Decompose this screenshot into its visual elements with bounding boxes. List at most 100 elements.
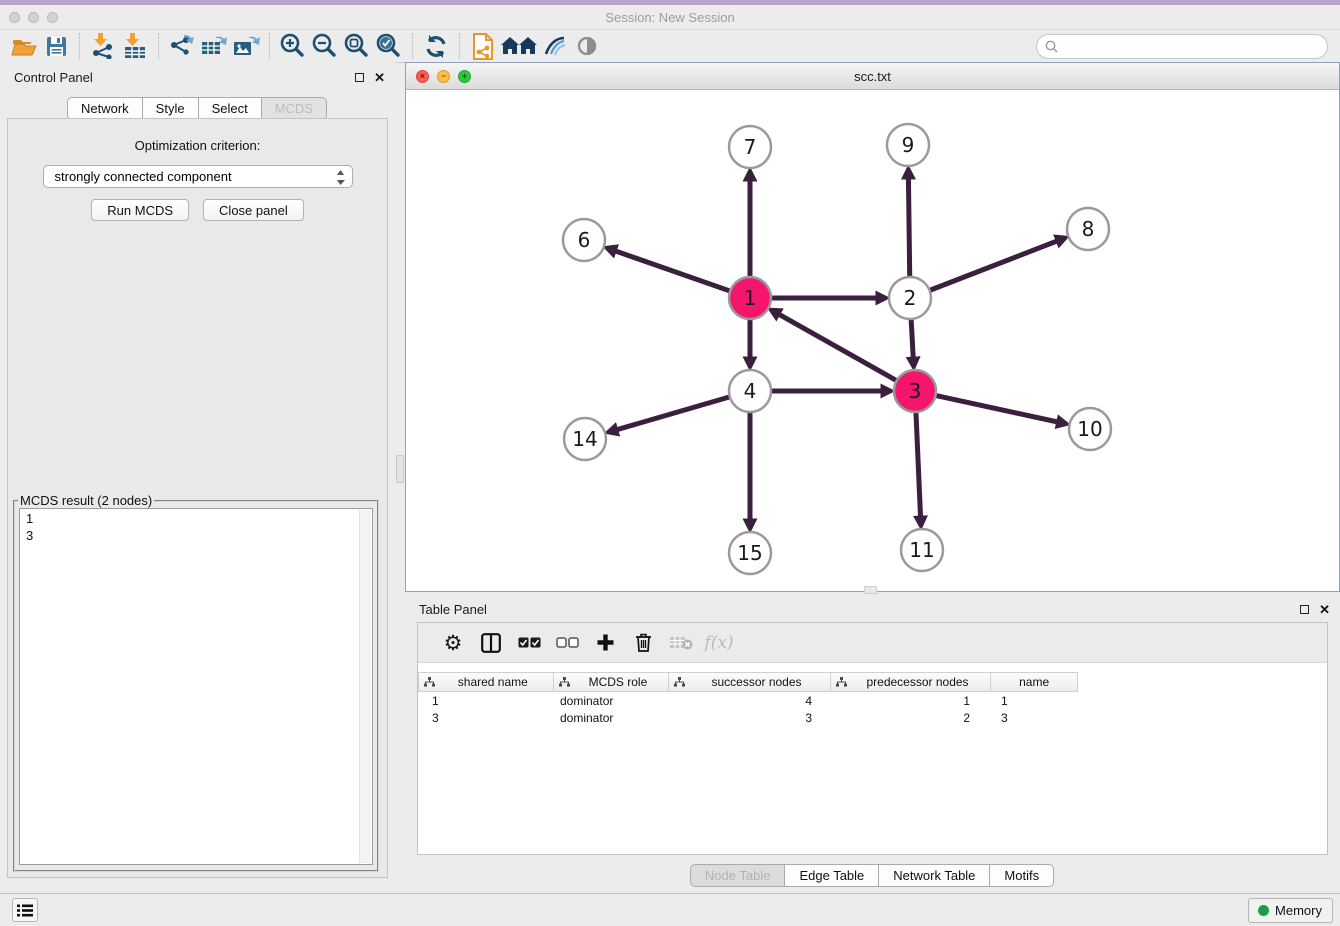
tab-network-table[interactable]: Network Table	[878, 864, 990, 887]
import-table-button[interactable]	[119, 31, 151, 61]
column-header-shared-name[interactable]: shared name	[419, 673, 554, 691]
columns-icon	[481, 633, 501, 653]
column-header-predecessor-nodes[interactable]: predecessor nodes	[831, 673, 992, 691]
tab-edge-table[interactable]: Edge Table	[784, 864, 879, 887]
edge-3-11[interactable]	[916, 409, 921, 517]
column-settings-button[interactable]: ⚙	[434, 626, 472, 660]
column-header-name[interactable]: name	[991, 673, 1077, 691]
zoom-in-button[interactable]	[277, 31, 309, 61]
close-panel-button[interactable]: Close panel	[203, 199, 304, 221]
close-panel-icon[interactable]: ✕	[374, 71, 385, 84]
graph-node-10[interactable]: 10	[1069, 408, 1111, 450]
zoom-fit-button[interactable]	[341, 31, 373, 61]
tab-select[interactable]: Select	[198, 97, 262, 120]
table-cell[interactable]: 3	[669, 711, 831, 725]
zoom-selected-button[interactable]	[373, 31, 405, 61]
horizontal-splitter-grip[interactable]	[864, 586, 877, 594]
graph-node-8[interactable]: 8	[1067, 208, 1109, 250]
app-title: Session: New Session	[0, 10, 1340, 25]
table-cell[interactable]: 2	[831, 711, 992, 725]
tab-motifs[interactable]: Motifs	[989, 864, 1054, 887]
select-all-button[interactable]	[510, 626, 548, 660]
graph-node-2[interactable]: 2	[889, 277, 931, 319]
tab-network[interactable]: Network	[67, 97, 143, 120]
table-cell[interactable]: 3	[418, 711, 553, 725]
close-table-panel-icon[interactable]: ✕	[1319, 603, 1330, 616]
graph-node-3[interactable]: 3	[894, 370, 936, 412]
graph-node-1[interactable]: 1	[729, 277, 771, 319]
table-cell[interactable]: 1	[992, 694, 1078, 708]
column-header-successor-nodes[interactable]: successor nodes	[669, 673, 831, 691]
network-from-file-button[interactable]	[467, 31, 499, 61]
edge-4-14[interactable]	[617, 396, 733, 430]
export-image-icon	[233, 33, 260, 59]
table-cell[interactable]: 1	[831, 694, 992, 708]
edge-2-9[interactable]	[908, 178, 909, 280]
export-table-icon	[201, 33, 228, 59]
criterion-select[interactable]: strongly connected component	[43, 165, 353, 188]
import-network-button[interactable]	[87, 31, 119, 61]
edge-3-10[interactable]	[933, 395, 1058, 422]
graphics-details-button[interactable]	[539, 31, 571, 61]
table-cell[interactable]: dominator	[553, 694, 669, 708]
node-label: 9	[902, 133, 915, 157]
first-neighbors-button[interactable]	[499, 31, 539, 61]
vertical-splitter-handle[interactable]	[396, 455, 404, 483]
open-folder-icon	[11, 36, 37, 57]
table-row[interactable]: 3dominator323	[418, 709, 1327, 726]
network-canvas[interactable]: 1 2 3 4 6 7 8 9 10 11 14 15	[406, 91, 1339, 591]
edge-1-6[interactable]	[615, 251, 733, 292]
result-scrollbar[interactable]	[359, 510, 371, 863]
toolbar-separator	[269, 33, 270, 59]
table-cell[interactable]: 3	[992, 711, 1078, 725]
deselect-all-button[interactable]	[548, 626, 586, 660]
search-input[interactable]	[1063, 37, 1327, 57]
tab-mcds[interactable]: MCDS	[261, 97, 327, 120]
float-panel-icon[interactable]	[355, 73, 364, 82]
save-icon	[46, 36, 67, 57]
app-titlebar: Session: New Session	[0, 5, 1340, 29]
network-window-titlebar[interactable]: × − + scc.txt	[406, 63, 1339, 90]
style-eye-icon	[542, 34, 569, 58]
table-cell[interactable]: 1	[418, 694, 553, 708]
save-session-button[interactable]	[40, 31, 72, 61]
tab-node-table[interactable]: Node Table	[690, 864, 786, 887]
column-header-mcds-role[interactable]: MCDS role	[554, 673, 670, 691]
delete-table-button[interactable]	[662, 626, 700, 660]
export-image-button[interactable]	[230, 31, 262, 61]
table-cell[interactable]: 4	[669, 694, 831, 708]
hide-details-button[interactable]	[571, 31, 603, 61]
document-network-icon	[472, 33, 494, 60]
table-cell[interactable]: dominator	[553, 711, 669, 725]
zoom-out-button[interactable]	[309, 31, 341, 61]
export-network-button[interactable]	[166, 31, 198, 61]
memory-button[interactable]: Memory	[1248, 898, 1333, 923]
edge-2-3[interactable]	[911, 316, 913, 358]
graph-node-4[interactable]: 4	[729, 370, 771, 412]
delete-row-button[interactable]	[624, 626, 662, 660]
apply-layout-button[interactable]	[420, 31, 452, 61]
graph-node-9[interactable]: 9	[887, 124, 929, 166]
table-row[interactable]: 1dominator411	[418, 692, 1327, 709]
mcds-result-text[interactable]: 13	[19, 508, 373, 865]
task-history-button[interactable]	[12, 898, 38, 922]
result-line: 3	[26, 527, 372, 544]
function-builder-button[interactable]: f(x)	[700, 626, 738, 660]
show-columns-button[interactable]	[472, 626, 510, 660]
graph-node-7[interactable]: 7	[729, 126, 771, 168]
export-table-button[interactable]	[198, 31, 230, 61]
graph-node-14[interactable]: 14	[564, 418, 606, 460]
graph-node-6[interactable]: 6	[563, 219, 605, 261]
table-panel-header: Table Panel ✕	[405, 594, 1340, 624]
edge-3-1[interactable]	[779, 314, 900, 382]
float-table-panel-icon[interactable]	[1300, 605, 1309, 614]
criterion-value: strongly connected component	[55, 169, 232, 184]
run-mcds-button[interactable]: Run MCDS	[91, 199, 189, 221]
graph-node-15[interactable]: 15	[729, 532, 771, 574]
tab-style[interactable]: Style	[142, 97, 199, 120]
add-row-button[interactable]	[586, 626, 624, 660]
search-field[interactable]	[1036, 34, 1328, 59]
open-session-button[interactable]	[8, 31, 40, 61]
edge-2-8[interactable]	[927, 241, 1057, 292]
graph-node-11[interactable]: 11	[901, 529, 943, 571]
